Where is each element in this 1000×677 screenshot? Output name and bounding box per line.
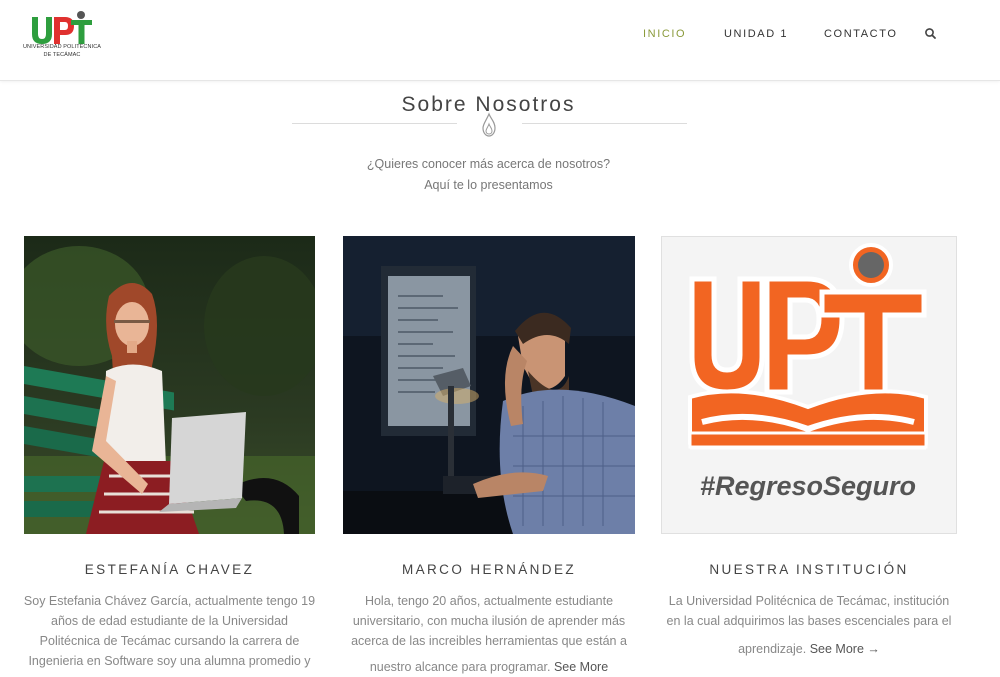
see-more-link[interactable]: See More → <box>810 642 880 656</box>
card-text-institucion: La Universidad Politécnica de Tecámac, i… <box>652 591 966 659</box>
card-title-marco: MARCO HERNÁNDEZ <box>401 562 576 577</box>
card-text-line: Ingenieria en Software soy una alumna pr… <box>28 654 311 668</box>
search-icon[interactable] <box>924 27 938 41</box>
student-laptop-photo[interactable] <box>24 236 315 534</box>
card-text-estefania: Soy Estefania Chávez García, actualmente… <box>14 591 325 671</box>
regreso-seguro-hashtag: #RegresoSeguro <box>700 471 916 501</box>
student-computer-photo[interactable] <box>343 236 635 534</box>
logo-caption-line2: DE TECÁMAC <box>43 52 81 58</box>
card-text-last-line: aprendizaje. See More → <box>652 639 966 659</box>
card-text-line: Soy Estefania Chávez García, actualmente… <box>23 594 316 608</box>
flame-icon <box>482 112 496 137</box>
card-text-line: La Universidad Politécnica de Tecámac, i… <box>668 594 950 608</box>
card-title-estefania: ESTEFANÍA CHAVEZ <box>84 562 255 577</box>
see-more-link[interactable]: See More <box>554 660 608 674</box>
site-header: UNIVERSIDAD POLITÉCNICA DE TECÁMAC INICI… <box>0 0 1000 81</box>
card-text-line: acerca de las increibles herramientas qu… <box>351 634 627 648</box>
card-text-line: aprendizaje. <box>738 642 807 656</box>
intro-line-2: Aquí te lo presentamos <box>424 178 553 192</box>
divider-line-right <box>522 123 687 124</box>
upt-logo-image[interactable]: #RegresoSeguro <box>661 236 957 534</box>
card-text-last-line: nuestro alcance para programar. See More <box>335 657 643 677</box>
logo-caption-line1: UNIVERSIDAD POLITÉCNICA <box>22 44 102 50</box>
card-text-line: nuestro alcance para programar. <box>369 660 551 674</box>
nav-contacto[interactable]: CONTACTO <box>824 28 898 40</box>
nav-inicio[interactable]: INICIO <box>643 28 686 40</box>
intro-line-1: ¿Quieres conocer más acerca de nosotros? <box>366 157 611 171</box>
card-text-line: en la cual adquirimos las bases escencia… <box>666 614 952 628</box>
card-title-institucion: NUESTRA INSTITUCIÓN <box>709 562 909 577</box>
card-text-line: Politécnica de Tecámac cursando la carre… <box>39 634 300 648</box>
nav-unidad-1[interactable]: UNIDAD 1 <box>724 28 788 40</box>
card-text-line: Hola, tengo 20 años, actualmente estudia… <box>364 594 614 608</box>
logo-caption: UNIVERSIDAD POLITÉCNICA DE TECÁMAC <box>22 43 102 59</box>
divider-line-left <box>292 123 457 124</box>
card-text-line: universitario, con mucha ilusión de apre… <box>352 614 626 628</box>
card-text-marco: Hola, tengo 20 años, actualmente estudia… <box>335 591 643 677</box>
card-text-line: años de edad estudiante de la Universida… <box>51 614 288 628</box>
